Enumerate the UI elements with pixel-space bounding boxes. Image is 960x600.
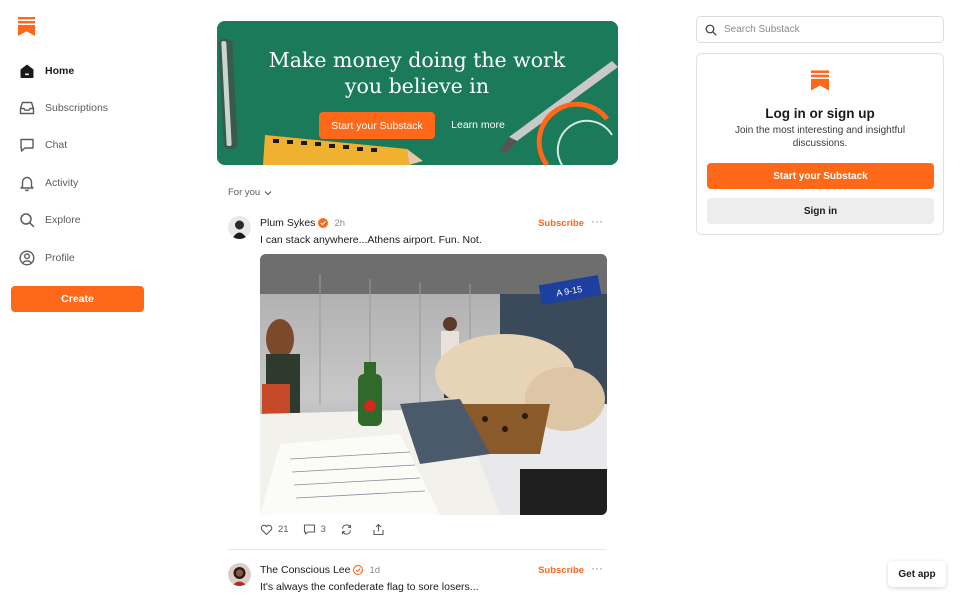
sidebar-item-label: Subscriptions (45, 102, 109, 115)
search-bar[interactable] (696, 16, 944, 43)
chevron-down-icon (264, 190, 272, 195)
sidebar-nav: Home Subscriptions Chat Activity Explore (10, 52, 150, 276)
sign-in-button[interactable]: Sign in (707, 198, 934, 224)
post-text: I can stack anywhere...Athens airport. F… (260, 234, 482, 246)
comment-count: 3 (320, 524, 326, 535)
feed-filter-dropdown[interactable]: For you (228, 187, 272, 198)
inbox-icon (18, 99, 36, 117)
verified-badge-icon (353, 565, 364, 575)
share-icon (373, 523, 384, 536)
search-input[interactable] (724, 24, 934, 35)
post-divider (228, 549, 606, 550)
author-name[interactable]: Plum Sykes (260, 217, 315, 229)
avatar[interactable] (228, 563, 251, 586)
feed-filter-label: For you (228, 187, 261, 198)
post-header: The Conscious Lee 1d (260, 564, 380, 576)
avatar[interactable] (228, 216, 251, 239)
sidebar-item-label: Profile (45, 251, 75, 264)
sidebar-item-subscriptions[interactable]: Subscriptions (10, 89, 150, 126)
sidebar-item-label: Activity (45, 176, 79, 189)
restack-icon (341, 524, 351, 535)
search-icon (18, 211, 36, 229)
post-time: 1d (369, 564, 381, 576)
more-options-icon[interactable]: ··· (590, 214, 604, 228)
profile-icon (18, 249, 36, 267)
learn-more-link[interactable]: Learn more (443, 112, 513, 139)
sidebar-item-home[interactable]: Home (10, 52, 150, 89)
like-button[interactable]: 21 (260, 523, 289, 536)
post-photo[interactable]: A 9-15 (260, 254, 607, 515)
post-time: 2h (334, 217, 346, 229)
sidebar-item-label: Explore (45, 214, 81, 227)
sidebar-item-label: Home (45, 64, 75, 77)
start-your-substack-button[interactable]: Start your Substack (319, 112, 435, 139)
heart-icon (260, 524, 273, 536)
subscribe-button[interactable]: Subscribe (538, 218, 584, 229)
chat-bubble-icon (18, 136, 36, 154)
left-sidebar: Home Subscriptions Chat Activity Explore (0, 0, 160, 600)
create-button[interactable]: Create (11, 286, 144, 312)
substack-logo-icon[interactable] (18, 17, 35, 36)
search-icon (705, 24, 717, 36)
share-button[interactable] (372, 523, 390, 536)
comment-button[interactable]: 3 (303, 523, 326, 536)
post-header: Plum Sykes 2h (260, 217, 345, 229)
home-icon (18, 62, 36, 80)
bell-icon (18, 174, 36, 192)
sidebar-item-activity[interactable]: Activity (10, 164, 150, 201)
login-title: Log in or sign up (765, 106, 875, 121)
post-actions: 21 3 (260, 523, 404, 536)
promo-banner: Make money doing the work you believe in… (217, 21, 618, 165)
post-text: It's always the confederate flag to sore… (260, 581, 479, 593)
more-options-icon[interactable]: ··· (590, 561, 604, 575)
author-name[interactable]: The Conscious Lee (260, 564, 350, 576)
subscribe-button[interactable]: Subscribe (538, 565, 584, 576)
login-card: Log in or sign up Join the most interest… (696, 53, 944, 235)
start-your-substack-button[interactable]: Start your Substack (707, 163, 934, 189)
sidebar-item-profile[interactable]: Profile (10, 239, 150, 276)
like-count: 21 (278, 524, 289, 535)
comment-icon (303, 524, 315, 535)
sidebar-item-label: Chat (45, 139, 68, 152)
sidebar-item-chat[interactable]: Chat (10, 127, 150, 164)
banner-title: Make money doing the work you believe in (268, 48, 566, 98)
restack-button[interactable] (340, 523, 358, 536)
sidebar-item-explore[interactable]: Explore (10, 202, 150, 239)
get-app-button[interactable]: Get app (888, 561, 946, 587)
substack-logo-icon (811, 70, 829, 91)
verified-badge-icon (318, 218, 329, 228)
login-subtitle: Join the most interesting and insightful… (734, 125, 906, 149)
